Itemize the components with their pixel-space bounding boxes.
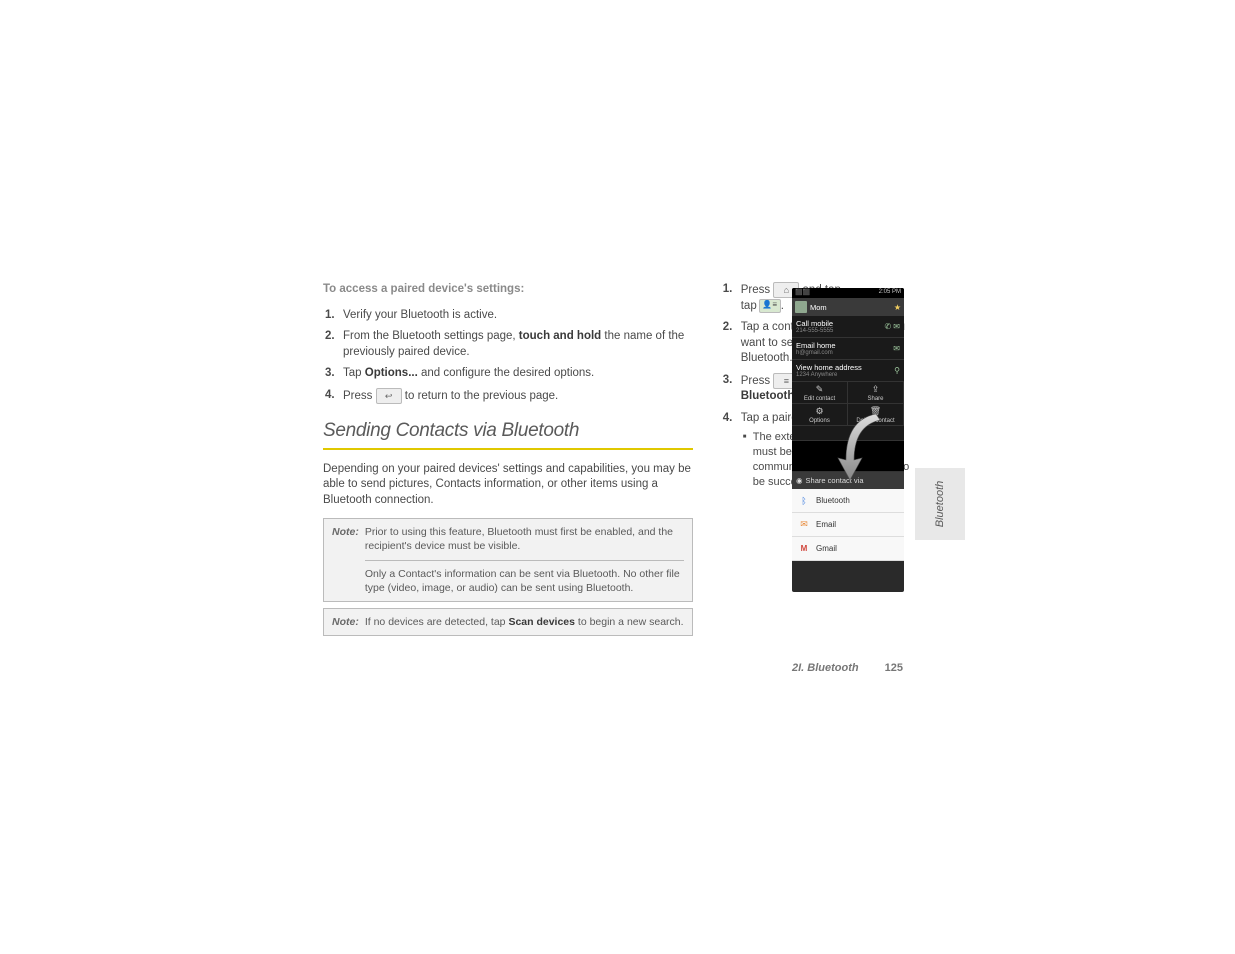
share-header: ◉ Share contact via (792, 472, 904, 489)
section-body: Depending on your paired devices' settin… (323, 462, 693, 509)
note-label: Note: (332, 615, 359, 629)
edit-contact: ✎Edit contact (792, 382, 848, 404)
delete-contact: 🗑Delete contact (848, 404, 904, 426)
phone-mockup: ⬛⬛ 2:05 PM Mom ★ Call mobile214-555-5555… (792, 288, 904, 592)
options: ⚙Options (792, 404, 848, 426)
phone-top-screen: ⬛⬛ 2:05 PM Mom ★ Call mobile214-555-5555… (792, 288, 904, 440)
note-label: Note: (332, 525, 359, 595)
section-title: Sending Contacts via Bluetooth (323, 418, 693, 450)
row-address: View home address1234 Anywhere ⚲ (792, 360, 904, 382)
action-grid: ✎Edit contact ⇪Share ⚙Options 🗑Delete co… (792, 382, 904, 426)
bluetooth-icon: ᛒ (798, 495, 810, 507)
phone-gap (792, 440, 904, 472)
step-3: Tap Options... and configure the desired… (329, 366, 693, 382)
options-icon: ⚙ (815, 406, 823, 417)
left-column: To access a paired device's settings: Ve… (323, 282, 693, 642)
delete-icon: 🗑 (870, 406, 881, 417)
access-subhead: To access a paired device's settings: (323, 282, 693, 298)
back-icon: ↩ (376, 388, 402, 404)
share-icon: ⇪ (872, 384, 880, 395)
side-tab: Bluetooth (915, 468, 965, 540)
gmail-icon: M (798, 543, 810, 555)
note-box-1: Note: Prior to using this feature, Bluet… (323, 518, 693, 602)
edit-icon: ✎ (816, 384, 824, 395)
email-icon: ✉ (798, 519, 810, 531)
contact-name: Mom (810, 303, 827, 312)
step-1: Verify your Bluetooth is active. (329, 308, 693, 324)
share-gmail: M Gmail (792, 537, 904, 561)
row-call: Call mobile214-555-5555 ✆ ✉ (792, 316, 904, 338)
share-email: ✉ Email (792, 513, 904, 537)
mail-icon: ✉ (893, 344, 900, 353)
share-list: ᛒ Bluetooth ✉ Email M Gmail (792, 489, 904, 561)
share-bluetooth: ᛒ Bluetooth (792, 489, 904, 513)
chapter-label: 2I. Bluetooth (792, 662, 859, 674)
map-icon: ⚲ (894, 366, 900, 375)
step-2: From the Bluetooth settings page, touch … (329, 329, 693, 360)
row-email: Email homeh@gmail.com ✉ (792, 338, 904, 360)
phone-icon: ✆ (885, 322, 892, 331)
avatar-icon (795, 301, 807, 313)
step-4: Press ↩ to return to the previous page. (329, 388, 693, 405)
page-number: 125 (885, 662, 903, 674)
note-box-2: Note: If no devices are detected, tap Sc… (323, 608, 693, 636)
phone-bottom-screen: ◉ Share contact via ᛒ Bluetooth ✉ Email … (792, 472, 904, 592)
access-steps: Verify your Bluetooth is active. From th… (329, 308, 693, 405)
sms-icon: ✉ (893, 322, 900, 331)
contact-header: Mom ★ (792, 298, 904, 316)
side-tab-label: Bluetooth (934, 481, 946, 527)
contacts-icon: 👤≡ (759, 299, 781, 313)
share-circle-icon: ◉ (796, 476, 803, 485)
share-contact: ⇪Share (848, 382, 904, 404)
star-icon: ★ (894, 303, 901, 312)
status-bar: ⬛⬛ 2:05 PM (792, 288, 904, 298)
page-footer: 2I. Bluetooth 125 (792, 662, 903, 674)
